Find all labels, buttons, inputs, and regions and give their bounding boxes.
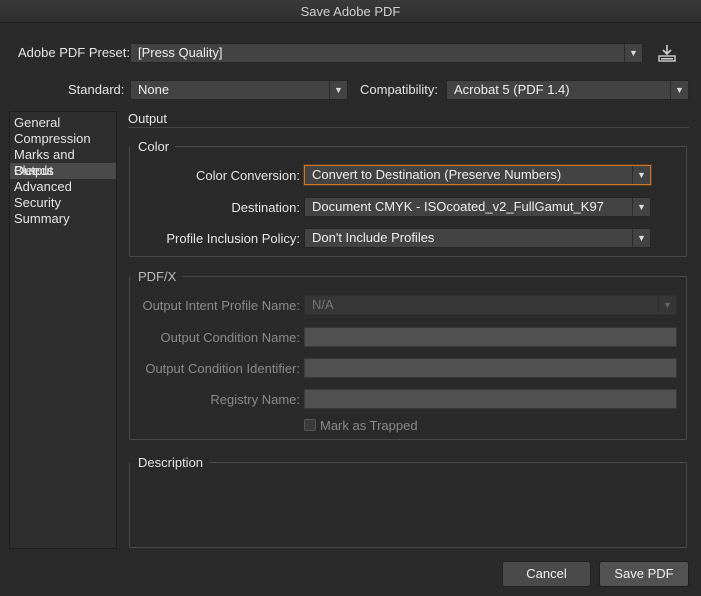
intent-profile-label: Output Intent Profile Name:	[142, 298, 300, 313]
compatibility-dropdown[interactable]: Acrobat 5 (PDF 1.4) ▼	[446, 80, 689, 100]
chevron-down-icon: ▼	[632, 198, 650, 216]
compatibility-value: Acrobat 5 (PDF 1.4)	[454, 82, 570, 97]
chevron-down-icon: ▼	[632, 166, 650, 184]
registry-label: Registry Name:	[210, 392, 300, 407]
sidebar-item-general[interactable]: General	[10, 115, 116, 131]
sidebar-item-summary[interactable]: Summary	[10, 211, 116, 227]
condition-id-label: Output Condition Identifier:	[145, 361, 300, 376]
chevron-down-icon: ▼	[329, 81, 347, 99]
sidebar-item-advanced[interactable]: Advanced	[10, 179, 116, 195]
registry-field[interactable]	[304, 389, 677, 409]
chevron-down-icon: ▼	[624, 44, 642, 62]
cancel-button[interactable]: Cancel	[502, 561, 591, 587]
condition-id-field[interactable]	[304, 358, 677, 378]
sidebar-item-security[interactable]: Security	[10, 195, 116, 211]
sidebar-item-output[interactable]: Output	[10, 163, 116, 179]
color-conversion-value: Convert to Destination (Preserve Numbers…	[312, 167, 562, 182]
preset-dropdown[interactable]: [Press Quality] ▼	[130, 43, 643, 63]
sidebar-item-compression[interactable]: Compression	[10, 131, 116, 147]
color-conversion-label: Color Conversion:	[195, 168, 300, 183]
condition-name-label: Output Condition Name:	[160, 330, 300, 345]
sidebar-item-marks-and-bleeds[interactable]: Marks and Bleeds	[10, 147, 116, 178]
condition-name-field[interactable]	[304, 327, 677, 347]
preset-value: [Press Quality]	[138, 45, 223, 60]
profile-policy-label: Profile Inclusion Policy:	[166, 231, 300, 246]
description-group-title: Description	[130, 455, 210, 470]
pdfx-group-title: PDF/X	[130, 269, 183, 284]
chevron-down-icon: ▼	[670, 81, 688, 99]
standard-dropdown[interactable]: None ▼	[130, 80, 348, 100]
standard-label: Standard:	[68, 82, 125, 97]
save-preset-icon[interactable]	[656, 42, 678, 64]
mark-trapped-label: Mark as Trapped	[320, 418, 418, 433]
destination-dropdown[interactable]: Document CMYK - ISOcoated_v2_FullGamut_K…	[304, 197, 651, 217]
color-conversion-dropdown[interactable]: Convert to Destination (Preserve Numbers…	[304, 165, 651, 185]
destination-label: Destination:	[231, 200, 300, 215]
compatibility-label: Compatibility:	[360, 82, 439, 97]
section-title: Output	[128, 111, 168, 126]
intent-profile-value: N/A	[312, 297, 334, 312]
chevron-down-icon: ▼	[632, 229, 650, 247]
color-group-title: Color	[130, 139, 176, 154]
profile-policy-dropdown[interactable]: Don't Include Profiles ▼	[304, 228, 651, 248]
window-title: Save Adobe PDF	[0, 0, 701, 23]
intent-profile-dropdown[interactable]: N/A ▼	[304, 295, 677, 315]
section-divider	[128, 127, 689, 128]
save-pdf-button[interactable]: Save PDF	[599, 561, 689, 587]
preset-label: Adobe PDF Preset:	[18, 45, 130, 60]
category-sidebar: General Compression Marks and Bleeds Out…	[9, 111, 117, 549]
chevron-down-icon: ▼	[658, 296, 676, 314]
profile-policy-value: Don't Include Profiles	[312, 230, 435, 245]
destination-value: Document CMYK - ISOcoated_v2_FullGamut_K…	[312, 199, 604, 214]
mark-trapped-checkbox[interactable]	[304, 419, 316, 431]
description-text	[138, 478, 678, 538]
standard-value: None	[138, 82, 170, 97]
